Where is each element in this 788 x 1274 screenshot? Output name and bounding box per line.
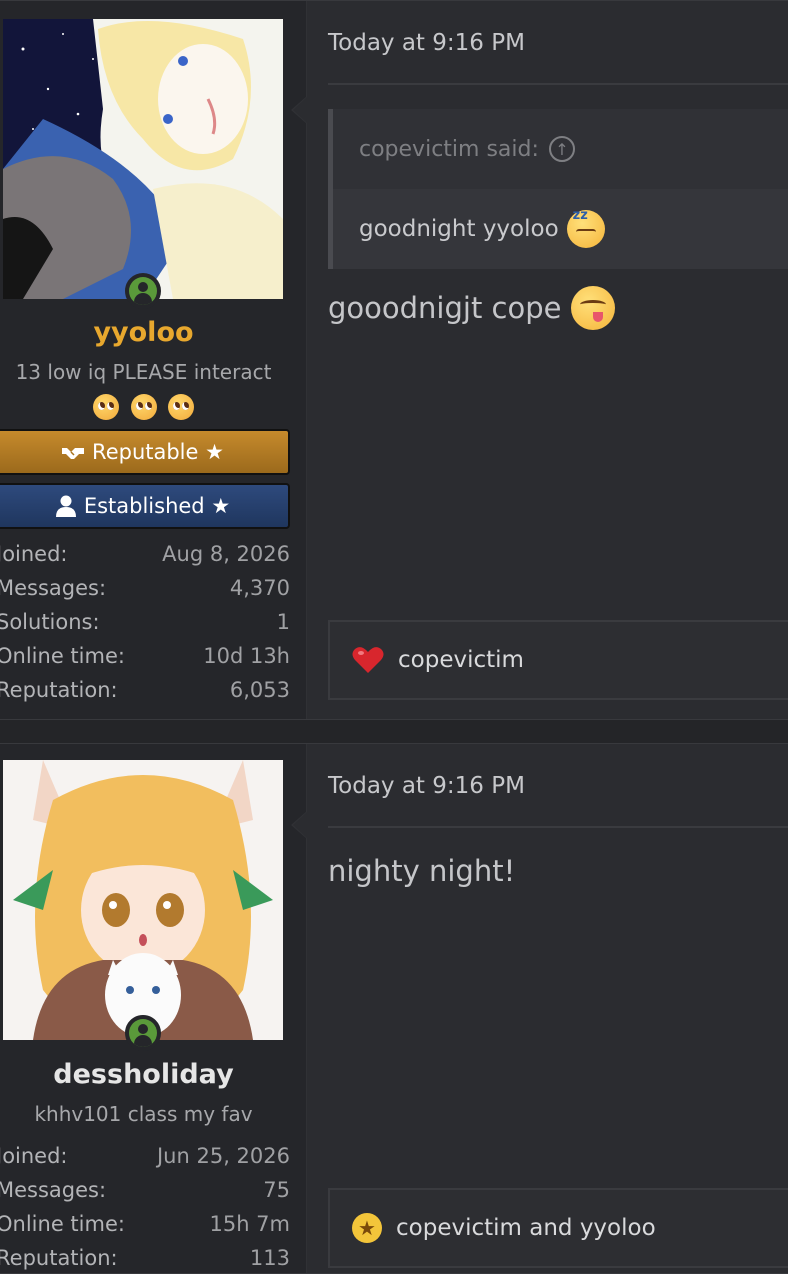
pleading-emoji-icon [93, 394, 120, 420]
message-text: nighty night! [328, 854, 516, 888]
star-icon: ★ [352, 1213, 382, 1243]
quote-text: goodnight yyoloo [359, 216, 559, 242]
user-stats: Joined: Jun 25, 2026 Messages: 75 Online t… [0, 1139, 290, 1274]
stat-row-messages: Messages: 75 [0, 1178, 290, 1202]
username[interactable]: dessholiday [0, 1059, 287, 1090]
post-timestamp[interactable]: Today at 9:16 PM [328, 1, 788, 85]
quote-author: copevictim said: [359, 136, 539, 162]
online-status-icon [125, 1015, 161, 1051]
post-timestamp[interactable]: Today at 9:16 PM [328, 744, 788, 828]
stat-row-joined: Joined: Aug 8, 2026 [0, 542, 290, 566]
sleeping-face-icon [566, 208, 605, 248]
heart-icon [352, 647, 384, 673]
user-info-column: dessholiday khhv101 class my fav Joined:… [0, 744, 307, 1273]
message-body: gooodnigjt cope [328, 286, 616, 330]
arrow-up-circle-icon[interactable]: ↑ [548, 136, 575, 162]
message-body: nighty night! [328, 854, 515, 888]
quote-header[interactable]: copevictim said: ↑ [333, 109, 788, 189]
pleading-emoji-icon [130, 394, 157, 420]
stat-row-messages: Messages: 4,370 [0, 576, 290, 600]
username[interactable]: yyoloo [0, 317, 287, 348]
reputable-banner: Reputable ★ [0, 429, 290, 475]
pleading-emoji-row [0, 394, 287, 424]
stat-row-reputation: Reputation: 6,053 [0, 678, 290, 702]
avatar[interactable] [3, 19, 283, 299]
quote-block: copevictim said: ↑ goodnight yyoloo [328, 109, 788, 269]
stat-row-joined: Joined: Jun 25, 2026 [0, 1144, 290, 1168]
stat-row-reputation: Reputation: 113 [0, 1246, 290, 1270]
established-banner: Established ★ [0, 483, 290, 529]
handshake-icon [62, 448, 85, 459]
stat-row-online-time: Online time: 15h 7m [0, 1212, 290, 1236]
yum-face-icon [571, 286, 616, 330]
speech-arrow [291, 96, 307, 124]
user-title: khhv101 class my fav [34, 1102, 253, 1126]
post: dessholiday khhv101 class my fav Joined:… [0, 743, 788, 1274]
pleading-emoji-icon [167, 394, 194, 420]
message-text: gooodnigjt cope [328, 291, 562, 325]
quote-body: goodnight yyoloo [333, 189, 788, 269]
avatar[interactable] [3, 760, 283, 1040]
online-status-icon [125, 273, 161, 309]
stat-row-online-time: Online time: 10d 13h [0, 644, 290, 668]
user-stats: Joined: Aug 8, 2026 Messages: 4,370 Soluti… [0, 537, 290, 707]
reactions-bar[interactable]: copevictim [328, 620, 788, 700]
post: yyoloo 13 low iq PLEASE interact Reputab… [0, 0, 788, 720]
reactions-text[interactable]: copevictim and yyoloo [396, 1215, 656, 1241]
user-icon [55, 495, 76, 517]
speech-arrow [291, 811, 307, 839]
reactions-bar[interactable]: ★ copevictim and yyoloo [328, 1188, 788, 1268]
user-title: 13 low iq PLEASE interact [15, 360, 272, 384]
reactions-text[interactable]: copevictim [398, 647, 524, 673]
stat-row-solutions: Solutions: 1 [0, 610, 290, 634]
user-info-column: yyoloo 13 low iq PLEASE interact Reputab… [0, 1, 307, 719]
